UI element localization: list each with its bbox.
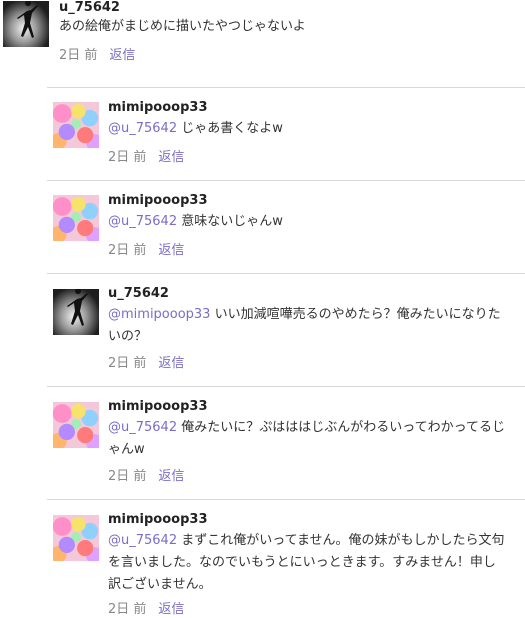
reply-button[interactable]: 返信: [158, 243, 184, 258]
comment-meta: 2日 前返信: [108, 352, 184, 371]
comment-body: あの絵俺がまじめに描いたやつじゃないよ: [59, 19, 306, 34]
comment-username[interactable]: mimipooop33: [108, 399, 208, 414]
mention-link[interactable]: @u_75642: [108, 420, 177, 435]
comment-meta: 2日 前返信: [59, 44, 135, 63]
avatar[interactable]: [53, 289, 99, 335]
reply-item: mimipooop33 @u_75642 じゃあ書くなよw 2日 前返信: [0, 88, 525, 180]
comment-text: @u_75642 俺みたいに？ぷはははじぶんがわるいってわかってるじゃんw: [108, 417, 508, 461]
comment-meta: 2日 前返信: [108, 146, 184, 165]
comment-username[interactable]: u_75642: [108, 286, 169, 301]
comment-thread: u_75642 あの絵俺がまじめに描いたやつじゃないよ 2日 前返信 mimip…: [0, 0, 525, 618]
comment-meta: 2日 前返信: [108, 465, 184, 484]
silhouette-icon: [17, 1, 38, 38]
comment-text: あの絵俺がまじめに描いたやつじゃないよ: [59, 16, 519, 38]
comment-meta: 2日 前返信: [108, 239, 184, 258]
silhouette-icon: [67, 289, 88, 326]
timestamp: 2日 前: [59, 48, 98, 63]
comment-username[interactable]: mimipooop33: [108, 193, 208, 208]
comment-text: @u_75642 意味ないじゃんw: [108, 211, 508, 233]
reply-button[interactable]: 返信: [158, 356, 184, 371]
mention-link[interactable]: @u_75642: [108, 214, 177, 229]
avatar[interactable]: [53, 195, 99, 241]
comment-text: @mimipooop33 いい加減喧嘩売るのやめたら？俺みたいになりたいの？: [108, 304, 508, 348]
avatar[interactable]: [3, 1, 49, 47]
timestamp: 2日 前: [108, 356, 147, 371]
reply-item: u_75642 @mimipooop33 いい加減喧嘩売るのやめたら？俺みたいに…: [0, 274, 525, 386]
avatar[interactable]: [53, 515, 99, 561]
reply-item: mimipooop33 @u_75642 意味ないじゃんw 2日 前返信: [0, 181, 525, 273]
timestamp: 2日 前: [108, 150, 147, 165]
comment-item: u_75642 あの絵俺がまじめに描いたやつじゃないよ 2日 前返信: [0, 0, 525, 80]
reply-button[interactable]: 返信: [158, 602, 184, 617]
comment-meta: 2日 前返信: [108, 598, 184, 617]
comment-body: じゃあ書くなよw: [177, 121, 283, 136]
comment-username[interactable]: u_75642: [59, 0, 120, 15]
avatar[interactable]: [53, 402, 99, 448]
reply-item: mimipooop33 @u_75642 俺みたいに？ぷはははじぶんがわるいって…: [0, 387, 525, 499]
mention-link[interactable]: @mimipooop33: [108, 307, 210, 322]
reply-button[interactable]: 返信: [158, 150, 184, 165]
comment-text: @u_75642 まずこれ俺がいってません。俺の妹がもしかしたら文句を言いました…: [108, 530, 508, 596]
timestamp: 2日 前: [108, 469, 147, 484]
timestamp: 2日 前: [108, 602, 147, 617]
avatar[interactable]: [53, 102, 99, 148]
reply-item: mimipooop33 @u_75642 まずこれ俺がいってません。俺の妹がもし…: [0, 500, 525, 618]
comment-username[interactable]: mimipooop33: [108, 512, 208, 527]
timestamp: 2日 前: [108, 243, 147, 258]
comment-text: @u_75642 じゃあ書くなよw: [108, 118, 508, 140]
reply-button[interactable]: 返信: [109, 48, 135, 63]
mention-link[interactable]: @u_75642: [108, 533, 177, 548]
reply-button[interactable]: 返信: [158, 469, 184, 484]
comment-body: 意味ないじゃんw: [177, 214, 283, 229]
comment-username[interactable]: mimipooop33: [108, 100, 208, 115]
mention-link[interactable]: @u_75642: [108, 121, 177, 136]
